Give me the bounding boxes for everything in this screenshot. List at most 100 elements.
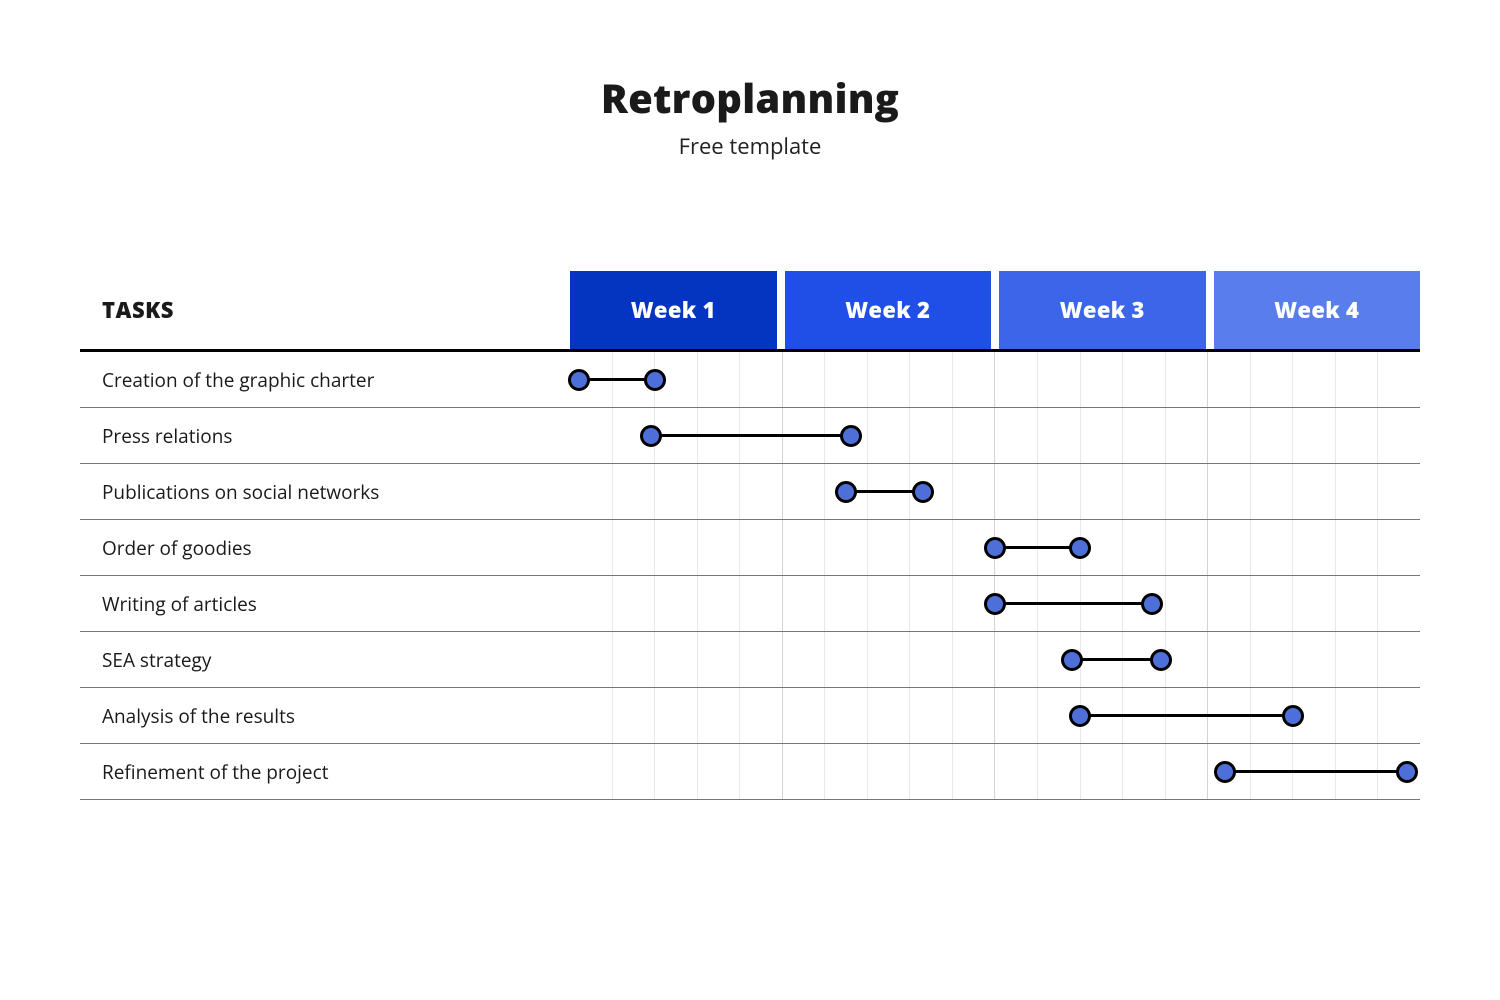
grid-line <box>995 688 1038 743</box>
grid-line <box>995 464 1038 519</box>
title-block: Retroplanning Free template <box>80 70 1420 161</box>
grid-line <box>953 632 996 687</box>
grid-line <box>1378 464 1420 519</box>
week-header: Week 1 <box>570 271 777 349</box>
gantt-bar-line <box>651 434 851 437</box>
grid-line <box>1378 408 1420 463</box>
grid-line <box>1208 464 1251 519</box>
grid-line <box>1208 576 1251 631</box>
grid-line <box>1336 408 1379 463</box>
gantt-dot-start <box>568 369 590 391</box>
grid-line <box>825 688 868 743</box>
grid-line <box>1208 408 1251 463</box>
grid-line <box>570 464 613 519</box>
grid-line <box>868 520 911 575</box>
grid-line <box>910 688 953 743</box>
gantt-row: Refinement of the project <box>80 744 1420 800</box>
grid-line <box>740 576 783 631</box>
timeline-grid <box>570 464 1420 519</box>
grid-line <box>1293 464 1336 519</box>
grid-line <box>995 632 1038 687</box>
grid-line <box>825 632 868 687</box>
grid-line <box>783 520 826 575</box>
grid-line <box>783 632 826 687</box>
gantt-dot-start <box>984 593 1006 615</box>
grid-line <box>740 688 783 743</box>
grid-line <box>910 520 953 575</box>
grid-line <box>995 744 1038 799</box>
grid-line <box>1293 352 1336 407</box>
grid-line <box>1336 632 1379 687</box>
grid-line <box>1166 464 1209 519</box>
grid-line <box>570 576 613 631</box>
gantt-dot-end <box>644 369 666 391</box>
grid-line <box>868 688 911 743</box>
timeline-cell <box>570 632 1420 687</box>
grid-line <box>740 632 783 687</box>
grid-line <box>570 408 613 463</box>
grid-line <box>698 632 741 687</box>
grid-line <box>570 688 613 743</box>
gantt-dot-end <box>1282 705 1304 727</box>
grid-line <box>1166 520 1209 575</box>
task-label: Publications on social networks <box>80 464 570 519</box>
grid-line <box>1081 408 1124 463</box>
page-subtitle: Free template <box>80 131 1420 161</box>
grid-line <box>1251 576 1294 631</box>
grid-line <box>1378 688 1420 743</box>
task-label: Press relations <box>80 408 570 463</box>
timeline-cell <box>570 744 1420 799</box>
grid-line <box>1208 520 1251 575</box>
grid-line <box>655 520 698 575</box>
grid-line <box>1166 576 1209 631</box>
timeline-cell <box>570 464 1420 519</box>
grid-line <box>1378 576 1420 631</box>
grid-line <box>1293 632 1336 687</box>
grid-line <box>1123 744 1166 799</box>
gantt-row: Press relations <box>80 408 1420 464</box>
grid-line <box>953 352 996 407</box>
grid-line <box>698 520 741 575</box>
tasks-column-header: TASKS <box>80 271 570 349</box>
grid-line <box>1336 576 1379 631</box>
grid-line <box>1166 352 1209 407</box>
grid-line <box>868 352 911 407</box>
grid-line <box>655 744 698 799</box>
grid-line <box>570 632 613 687</box>
gantt-dot-start <box>1069 705 1091 727</box>
grid-line <box>1251 632 1294 687</box>
timeline-cell <box>570 576 1420 631</box>
grid-line <box>1293 408 1336 463</box>
grid-line <box>1336 520 1379 575</box>
grid-line <box>783 744 826 799</box>
task-label: Writing of articles <box>80 576 570 631</box>
timeline-grid <box>570 352 1420 407</box>
grid-line <box>1123 464 1166 519</box>
grid-line <box>1336 688 1379 743</box>
grid-line <box>783 464 826 519</box>
gantt-body: Creation of the graphic charterPress rel… <box>80 352 1420 800</box>
task-label: Analysis of the results <box>80 688 570 743</box>
grid-line <box>1081 464 1124 519</box>
grid-line <box>1123 520 1166 575</box>
grid-line <box>953 408 996 463</box>
timeline-grid <box>570 632 1420 687</box>
gantt-row: Writing of articles <box>80 576 1420 632</box>
grid-line <box>910 744 953 799</box>
grid-line <box>1166 744 1209 799</box>
grid-line <box>570 520 613 575</box>
gantt-bar-line <box>1225 770 1408 773</box>
grid-line <box>740 520 783 575</box>
grid-line <box>825 576 868 631</box>
page-title: Retroplanning <box>80 70 1420 125</box>
grid-line <box>953 688 996 743</box>
grid-line <box>1251 464 1294 519</box>
grid-line <box>1336 352 1379 407</box>
grid-line <box>570 744 613 799</box>
grid-line <box>1081 352 1124 407</box>
grid-line <box>783 352 826 407</box>
grid-line <box>655 632 698 687</box>
grid-line <box>655 576 698 631</box>
grid-line <box>655 464 698 519</box>
gantt-dot-end <box>912 481 934 503</box>
